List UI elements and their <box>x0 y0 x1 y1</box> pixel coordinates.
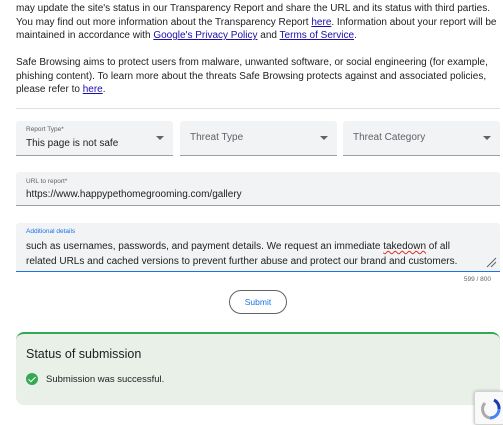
additional-details-textarea[interactable]: Additional details such as usernames, pa… <box>16 223 500 272</box>
chevron-down-icon <box>483 136 491 140</box>
chevron-down-icon <box>320 136 328 140</box>
status-card: Status of submission Submission was succ… <box>16 332 500 405</box>
url-value: https://www.happypethomegrooming.com/gal… <box>26 189 242 200</box>
threat-category-select[interactable]: Threat Category <box>343 121 500 156</box>
section-divider <box>16 108 500 109</box>
threats-info-link[interactable]: here <box>83 84 103 95</box>
status-message: Submission was successful. <box>46 373 165 385</box>
paragraph-text: . <box>354 30 357 41</box>
misspelled-word: takedown <box>383 241 427 252</box>
report-type-label: Report Type* <box>26 126 64 133</box>
threat-type-placeholder: Threat Type <box>190 132 244 143</box>
details-text-part: such as usernames, passwords, and paymen… <box>26 241 384 252</box>
terms-of-service-link[interactable]: Terms of Service <box>280 30 354 41</box>
paragraph-text: and <box>257 30 280 41</box>
threat-type-select[interactable]: Threat Type <box>180 121 337 156</box>
transparency-report-link[interactable]: here <box>311 17 331 28</box>
url-label: URL to report* <box>26 178 68 185</box>
recaptcha-icon <box>481 398 501 420</box>
status-row: Submission was successful. <box>26 373 164 385</box>
additional-details-text: such as usernames, passwords, and paymen… <box>26 239 476 269</box>
submit-button[interactable]: Submit <box>229 290 287 314</box>
threat-category-placeholder: Threat Category <box>353 132 426 143</box>
safe-browsing-paragraph: Safe Browsing aims to protect users from… <box>16 56 500 97</box>
paragraph-text: . <box>102 84 106 95</box>
report-type-select[interactable]: Report Type* This page is not safe <box>16 121 173 156</box>
status-title: Status of submission <box>26 347 142 361</box>
url-input[interactable]: URL to report* https://www.happypethomeg… <box>16 172 500 206</box>
character-counter: 599 / 800 <box>463 276 491 283</box>
chevron-down-icon <box>156 136 164 140</box>
privacy-policy-link[interactable]: Google's Privacy Policy <box>153 30 257 41</box>
check-circle-icon <box>26 373 38 385</box>
recaptcha-badge[interactable] <box>474 391 503 425</box>
report-type-value: This page is not safe <box>26 138 119 149</box>
resize-handle-icon[interactable] <box>485 256 497 268</box>
transparency-paragraph: may update the site's status in our Tran… <box>16 2 500 43</box>
additional-details-label: Additional details <box>26 228 76 235</box>
